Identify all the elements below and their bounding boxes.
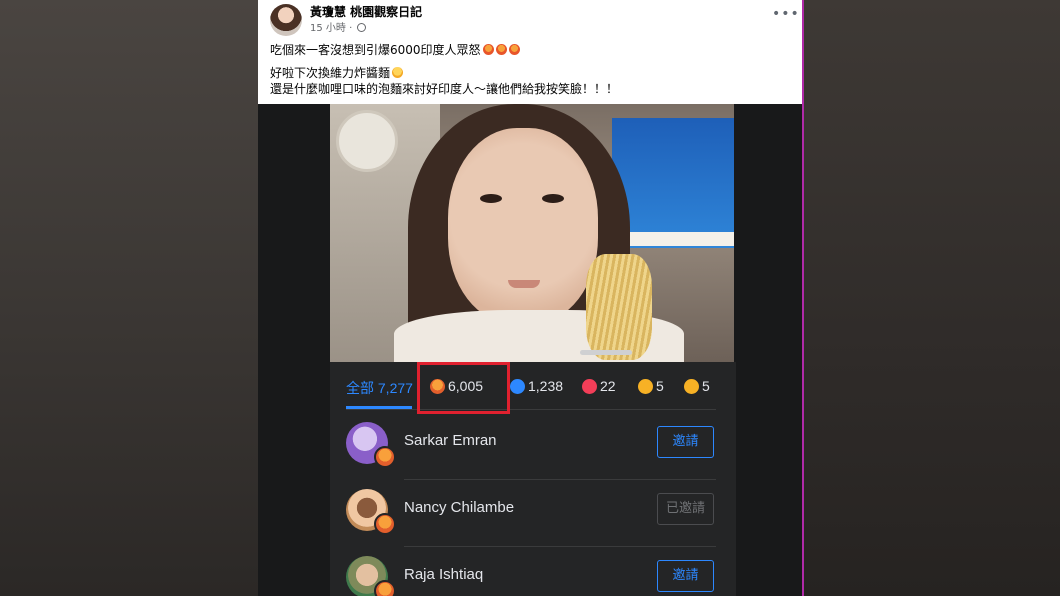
frame-edge — [802, 0, 804, 596]
list-item: Nancy Chilambe 已邀請 — [330, 481, 736, 547]
post-time[interactable]: 15 小時 — [310, 23, 346, 34]
reactions-sheet: 全部 7,277 6,005 1,238 22 5 5 Sarkar Emran… — [330, 362, 736, 596]
more-options-icon[interactable]: ••• — [772, 6, 800, 22]
tab-like[interactable]: 1,238 — [510, 378, 563, 394]
angry-react-icon — [374, 446, 396, 468]
facebook-post-panel: 黃瓊慧 桃園觀察日記 15 小時 · ••• 吃個來一客沒想到引爆6000印度人… — [258, 0, 802, 596]
globe-icon — [357, 23, 367, 32]
highlight-box — [417, 362, 510, 414]
post-text-line-1: 吃個來一客沒想到引爆6000印度人眾怒 — [270, 41, 520, 58]
invite-button[interactable]: 邀請 — [657, 426, 714, 458]
list-item: Raja Ishtiaq 邀請 — [330, 548, 736, 596]
post-text-line-3: 還是什麼咖哩口味的泡麵來討好印度人～讓他們給我按笑臉！！！ — [270, 82, 619, 96]
angry-emoji-icon — [482, 44, 494, 55]
angry-react-icon — [374, 580, 396, 596]
post-header: 黃瓊慧 桃園觀察日記 15 小時 · ••• 吃個來一客沒想到引爆6000印度人… — [258, 0, 802, 104]
author-avatar[interactable] — [270, 4, 302, 36]
background-left — [0, 0, 258, 596]
post-text-line-2: 好啦下次換維力炸醬麵 — [270, 64, 404, 81]
list-item: Sarkar Emran 邀請 — [330, 414, 736, 480]
user-name[interactable]: Sarkar Emran — [404, 432, 497, 449]
user-name[interactable]: Raja Ishtiaq — [404, 566, 483, 583]
like-react-icon — [510, 379, 525, 394]
haha-react-icon — [684, 379, 699, 394]
angry-react-icon — [374, 513, 396, 535]
love-react-icon — [582, 379, 597, 394]
angry-emoji-icon — [495, 44, 507, 55]
reactions-screenshot: 全部 7,277 6,005 1,238 22 5 5 Sarkar Emran… — [258, 104, 802, 596]
care-react-icon — [638, 379, 653, 394]
angry-emoji-icon — [508, 44, 520, 55]
post-meta: 15 小時 · — [310, 19, 367, 34]
background-right — [804, 0, 1060, 596]
wall-clock-image — [336, 110, 398, 172]
user-name[interactable]: Nancy Chilambe — [404, 499, 514, 516]
tab-care[interactable]: 5 — [638, 378, 664, 394]
noodles-image — [586, 254, 652, 360]
tab-haha[interactable]: 5 — [684, 378, 710, 394]
laughing-emoji-icon — [392, 67, 404, 78]
post-photo — [330, 104, 734, 362]
tab-all[interactable]: 全部 7,277 — [346, 378, 413, 398]
invited-button[interactable]: 已邀請 — [657, 493, 714, 525]
invite-button[interactable]: 邀請 — [657, 560, 714, 592]
person-face-image — [448, 128, 598, 324]
tv-screen-image — [612, 118, 734, 248]
author-name[interactable]: 黃瓊慧 桃園觀察日記 — [310, 3, 422, 20]
tab-love[interactable]: 22 — [582, 378, 616, 394]
drag-handle[interactable] — [580, 350, 632, 355]
